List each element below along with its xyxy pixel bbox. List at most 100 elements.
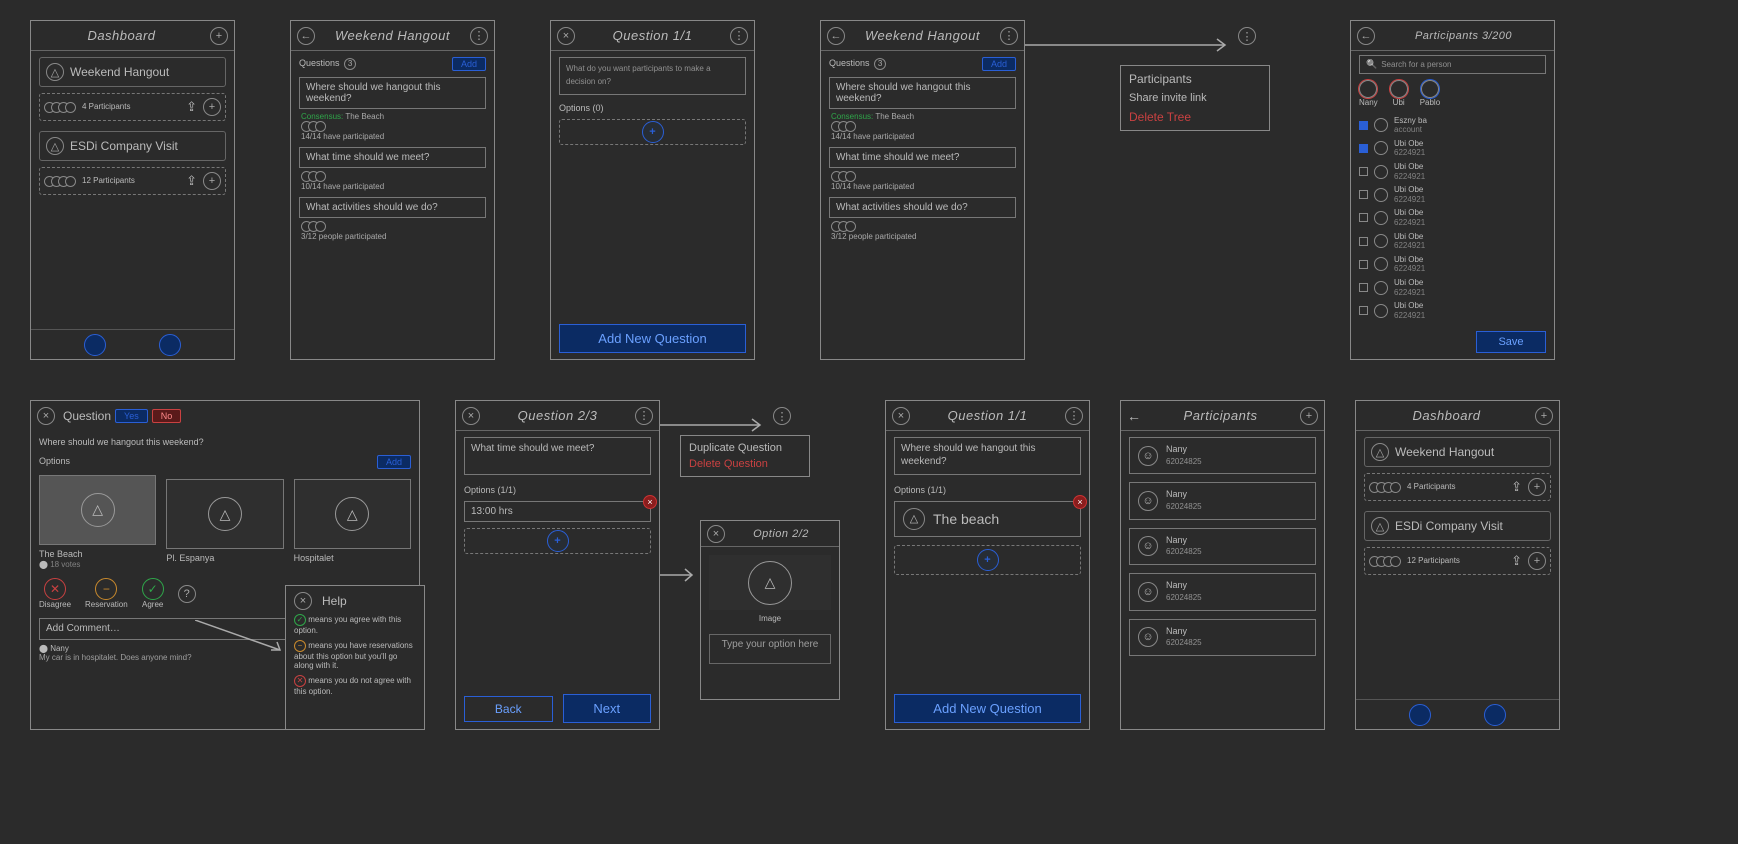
more-button-target[interactable] (773, 407, 791, 425)
checkbox-icon[interactable] (1359, 260, 1368, 269)
question-item[interactable]: Where should we hangout this weekend? (299, 77, 486, 109)
back-button[interactable] (297, 27, 315, 45)
question-item[interactable]: What activities should we do? (829, 197, 1016, 218)
close-button[interactable] (37, 407, 55, 425)
add-option-slot[interactable] (464, 528, 651, 554)
question-item[interactable]: What time should we meet? (299, 147, 486, 168)
participant-row[interactable]: Ubi Obe6224921 (1359, 230, 1546, 253)
question-item[interactable]: What activities should we do? (299, 197, 486, 218)
participant-row[interactable]: Ubi Obe6224921 (1359, 299, 1546, 322)
invite-button[interactable] (203, 172, 221, 190)
question-input[interactable]: What time should we meet? (464, 437, 651, 475)
add-option-icon[interactable] (642, 121, 664, 143)
more-button[interactable] (1000, 27, 1018, 45)
close-button[interactable] (462, 407, 480, 425)
tree-card[interactable]: △ Weekend Hangout (1364, 437, 1551, 467)
option-image[interactable] (166, 479, 283, 549)
share-icon[interactable] (186, 172, 197, 190)
option-image[interactable] (294, 479, 411, 549)
menu-participants[interactable]: Participants (1129, 72, 1261, 86)
add-option-slot[interactable] (894, 545, 1081, 575)
vote-agree-button[interactable] (142, 578, 164, 600)
nav-profile-button[interactable] (159, 334, 181, 356)
recent-chip[interactable]: Pablo (1420, 80, 1440, 108)
more-button[interactable] (1065, 407, 1083, 425)
checkbox-icon[interactable] (1359, 190, 1368, 199)
invite-button[interactable] (1528, 478, 1546, 496)
question-input[interactable]: What do you want participants to make a … (559, 57, 746, 95)
close-button[interactable] (557, 27, 575, 45)
menu-duplicate-question[interactable]: Duplicate Question (689, 442, 801, 454)
add-option-icon[interactable] (547, 530, 569, 552)
participant-row[interactable]: Ubi Obe6224921 (1359, 253, 1546, 276)
more-button[interactable] (635, 407, 653, 425)
add-tree-button[interactable] (1535, 407, 1553, 425)
participant-row[interactable]: Ubi Obe6224921 (1359, 160, 1546, 183)
delete-option-badge[interactable] (1073, 495, 1087, 509)
recent-chip[interactable]: Nany (1359, 80, 1378, 108)
participant-search-input[interactable]: Search for a person (1359, 55, 1546, 74)
question-input[interactable]: Where should we hangout this weekend? (894, 437, 1081, 475)
checkbox-icon[interactable] (1359, 237, 1368, 246)
recent-chip[interactable]: Ubi (1390, 80, 1408, 108)
save-button[interactable]: Save (1476, 331, 1546, 353)
more-button[interactable] (730, 27, 748, 45)
delete-option-badge[interactable] (643, 495, 657, 509)
share-icon[interactable] (186, 98, 197, 116)
back-button[interactable] (827, 27, 845, 45)
participant-row[interactable]: Ubi Obe6224921 (1359, 183, 1546, 206)
vote-reservation-button[interactable] (95, 578, 117, 600)
checkbox-icon[interactable] (1359, 306, 1368, 315)
checkbox-icon[interactable] (1359, 144, 1368, 153)
submit-question-button[interactable]: Add New Question (894, 694, 1081, 723)
tree-card[interactable]: △ ESDi Company Visit (1364, 511, 1551, 541)
next-button[interactable]: Next (563, 694, 652, 723)
share-icon[interactable] (1511, 552, 1522, 570)
nav-home-button[interactable] (1409, 704, 1431, 726)
more-button[interactable] (470, 27, 488, 45)
option-row[interactable]: 13:00 hrs (464, 501, 651, 522)
tree-card[interactable]: △ Weekend Hangout (39, 57, 226, 87)
add-option-pill[interactable]: Add (377, 455, 411, 469)
filter-yes[interactable]: Yes (115, 409, 148, 423)
add-question-pill[interactable]: Add (982, 57, 1016, 71)
participant-card[interactable]: ☺ Nany62024825 (1129, 528, 1316, 565)
participant-card[interactable]: ☺ Nany62024825 (1129, 619, 1316, 656)
question-item[interactable]: Where should we hangout this weekend? (829, 77, 1016, 109)
back-arrow-icon[interactable]: ← (1127, 408, 1141, 424)
option-row[interactable]: The beach (894, 501, 1081, 537)
close-option-button[interactable] (707, 525, 725, 543)
participant-card[interactable]: ☺ Nany62024825 (1129, 573, 1316, 610)
nav-profile-button[interactable] (1484, 704, 1506, 726)
add-option-slot[interactable] (559, 119, 746, 145)
checkbox-icon[interactable] (1359, 121, 1368, 130)
option-text-input[interactable]: Type your option here (709, 634, 831, 664)
participant-row[interactable]: Ubi Obe6224921 (1359, 276, 1546, 299)
question-item[interactable]: What time should we meet? (829, 147, 1016, 168)
invite-button[interactable] (1528, 552, 1546, 570)
close-help-button[interactable] (294, 592, 312, 610)
participant-row[interactable]: Eszny baaccount (1359, 114, 1546, 137)
participant-row[interactable]: Ubi Obe6224921 (1359, 206, 1546, 229)
add-question-pill[interactable]: Add (452, 57, 486, 71)
checkbox-icon[interactable] (1359, 213, 1368, 222)
option-image[interactable] (39, 475, 156, 545)
back-button[interactable]: Back (464, 696, 553, 722)
participant-card[interactable]: ☺ Nany62024825 (1129, 482, 1316, 519)
vote-disagree-button[interactable] (44, 578, 66, 600)
add-tree-button[interactable] (210, 27, 228, 45)
menu-delete-question[interactable]: Delete Question (689, 458, 801, 470)
submit-question-button[interactable]: Add New Question (559, 324, 746, 353)
tree-card[interactable]: △ ESDi Company Visit (39, 131, 226, 161)
add-participant-button[interactable] (1300, 407, 1318, 425)
help-button[interactable] (178, 585, 196, 603)
add-option-icon[interactable] (977, 549, 999, 571)
share-icon[interactable] (1511, 478, 1522, 496)
nav-home-button[interactable] (84, 334, 106, 356)
menu-delete-tree[interactable]: Delete Tree (1129, 110, 1261, 124)
checkbox-icon[interactable] (1359, 283, 1368, 292)
filter-no[interactable]: No (152, 409, 182, 423)
close-button[interactable] (892, 407, 910, 425)
menu-share-link[interactable]: Share invite link (1129, 92, 1261, 104)
participant-card[interactable]: ☺ Nany62024825 (1129, 437, 1316, 474)
